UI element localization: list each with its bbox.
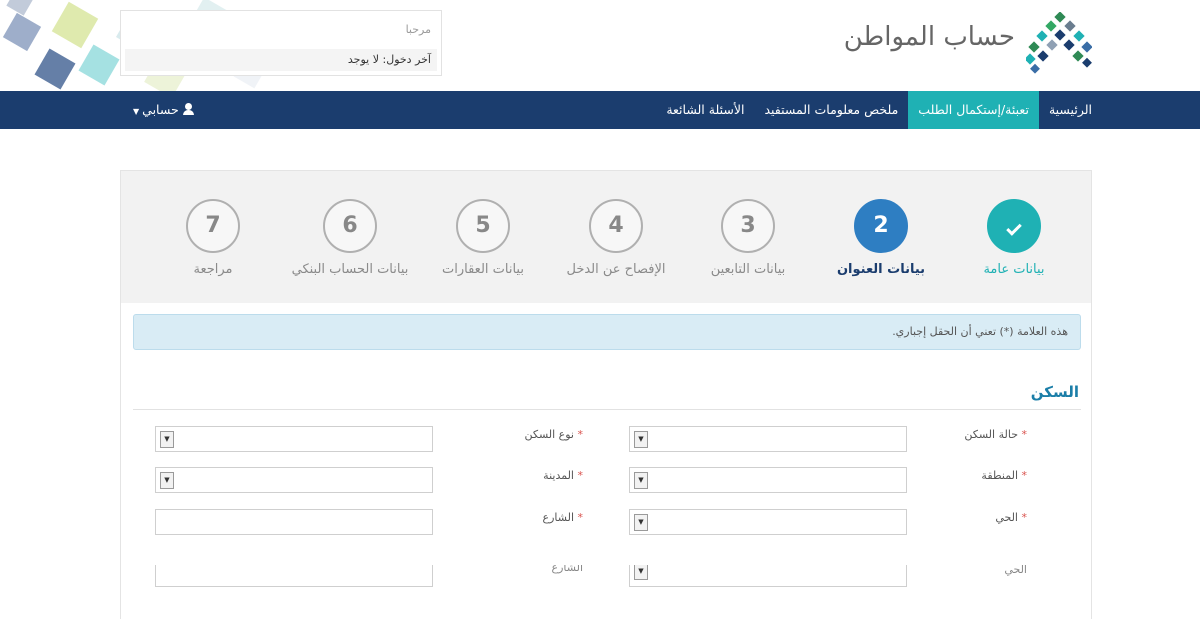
- caret-down-icon: ▼: [133, 107, 140, 116]
- dropdown-arrow-icon: ▼: [634, 565, 648, 580]
- region-label: * المنطقة: [981, 469, 1027, 482]
- step-label: بيانات العقارات: [442, 262, 524, 277]
- dropdown-arrow-icon: ▼: [160, 431, 174, 448]
- step-circle: 2: [854, 199, 908, 253]
- required-mark: *: [577, 511, 584, 524]
- step-label: بيانات الحساب البنكي: [291, 262, 409, 277]
- main-navbar: الرئيسية تعبئة/إستكمال الطلب ملخص معلوما…: [0, 91, 1200, 129]
- required-mark: *: [577, 469, 584, 482]
- repeated-row-partial: الحي ▼ الشارع: [121, 565, 1091, 587]
- step-circle: 4: [589, 199, 643, 253]
- step-review[interactable]: 7 مراجعة: [138, 199, 288, 277]
- nav-item-beneficiary-summary[interactable]: ملخص معلومات المستفيد: [754, 91, 908, 129]
- step-address-info[interactable]: 2 بيانات العنوان: [806, 199, 956, 277]
- required-mark: *: [1021, 511, 1028, 524]
- street-input-repeat[interactable]: [155, 565, 433, 587]
- welcome-text: مرحبا: [405, 23, 431, 36]
- city-label: * المدينة: [543, 469, 583, 482]
- dropdown-arrow-icon: ▼: [634, 472, 648, 489]
- street-label-repeat: الشارع: [551, 565, 583, 574]
- step-label: بيانات التابعين: [710, 262, 786, 277]
- nav-item-home[interactable]: الرئيسية: [1039, 91, 1102, 129]
- step-label: بيانات عامة: [983, 262, 1045, 277]
- region-select[interactable]: ▼: [629, 467, 907, 493]
- step-general-info[interactable]: بيانات عامة: [939, 199, 1089, 277]
- required-mark: *: [1021, 469, 1028, 482]
- housing-status-select[interactable]: ▼: [629, 426, 907, 452]
- step-income-disclosure[interactable]: 4 الإفصاح عن الدخل: [541, 199, 691, 277]
- site-header: مرحبا آخر دخول: لا يوجد حساب المواطن: [0, 0, 1200, 91]
- step-real-estate-info[interactable]: 5 بيانات العقارات: [408, 199, 558, 277]
- street-label: * الشارع: [542, 511, 584, 524]
- required-fields-alert: هذه العلامة (*) تعني أن الحقل إجباري.: [133, 314, 1081, 350]
- progress-steps: بيانات عامة 2 بيانات العنوان 3 بيانات ال…: [121, 171, 1091, 303]
- step-circle: 7: [186, 199, 240, 253]
- last-login-text: آخر دخول: لا يوجد: [125, 49, 437, 71]
- nav-item-faq[interactable]: الأسئلة الشائعة: [656, 91, 754, 129]
- required-mark: *: [577, 428, 584, 441]
- step-label: الإفصاح عن الدخل: [566, 262, 666, 277]
- housing-type-label: * نوع السكن: [524, 428, 584, 441]
- district-label-repeat: الحي: [1004, 565, 1027, 576]
- district-select-repeat[interactable]: ▼: [629, 565, 907, 587]
- district-select[interactable]: ▼: [629, 509, 907, 535]
- step-label: بيانات العنوان: [836, 262, 926, 277]
- dropdown-arrow-icon: ▼: [634, 431, 648, 448]
- my-account-menu[interactable]: حسابي▼: [133, 91, 194, 129]
- brand-title: حساب المواطن: [843, 22, 1015, 52]
- housing-status-label: * حالة السكن: [964, 428, 1027, 441]
- dropdown-arrow-icon: ▼: [160, 472, 174, 489]
- required-mark: *: [1021, 428, 1028, 441]
- step-dependents-info[interactable]: 3 بيانات التابعين: [673, 199, 823, 277]
- nav-menu: الرئيسية تعبئة/إستكمال الطلب ملخص معلوما…: [656, 91, 1102, 129]
- nav-item-fill-application[interactable]: تعبئة/إستكمال الطلب: [908, 91, 1039, 129]
- user-icon: [182, 103, 194, 115]
- welcome-box: مرحبا آخر دخول: لا يوجد: [120, 10, 442, 76]
- step-bank-account-info[interactable]: 6 بيانات الحساب البنكي: [275, 199, 425, 277]
- citizen-account-logo-icon[interactable]: [1026, 12, 1092, 74]
- application-form-panel: بيانات عامة 2 بيانات العنوان 3 بيانات ال…: [120, 170, 1092, 619]
- check-icon: [1006, 220, 1022, 236]
- street-input[interactable]: [155, 509, 433, 535]
- dropdown-arrow-icon: ▼: [634, 514, 648, 531]
- district-label: * الحي: [995, 511, 1027, 524]
- step-circle: [987, 199, 1041, 253]
- step-circle: 6: [323, 199, 377, 253]
- section-title-housing: السكن: [1030, 383, 1079, 401]
- city-select[interactable]: ▼: [155, 467, 433, 493]
- section-divider: [133, 409, 1081, 410]
- housing-type-select[interactable]: ▼: [155, 426, 433, 452]
- step-circle: 3: [721, 199, 775, 253]
- step-circle: 5: [456, 199, 510, 253]
- step-label: مراجعة: [193, 262, 233, 277]
- my-account-label: حسابي: [142, 102, 179, 117]
